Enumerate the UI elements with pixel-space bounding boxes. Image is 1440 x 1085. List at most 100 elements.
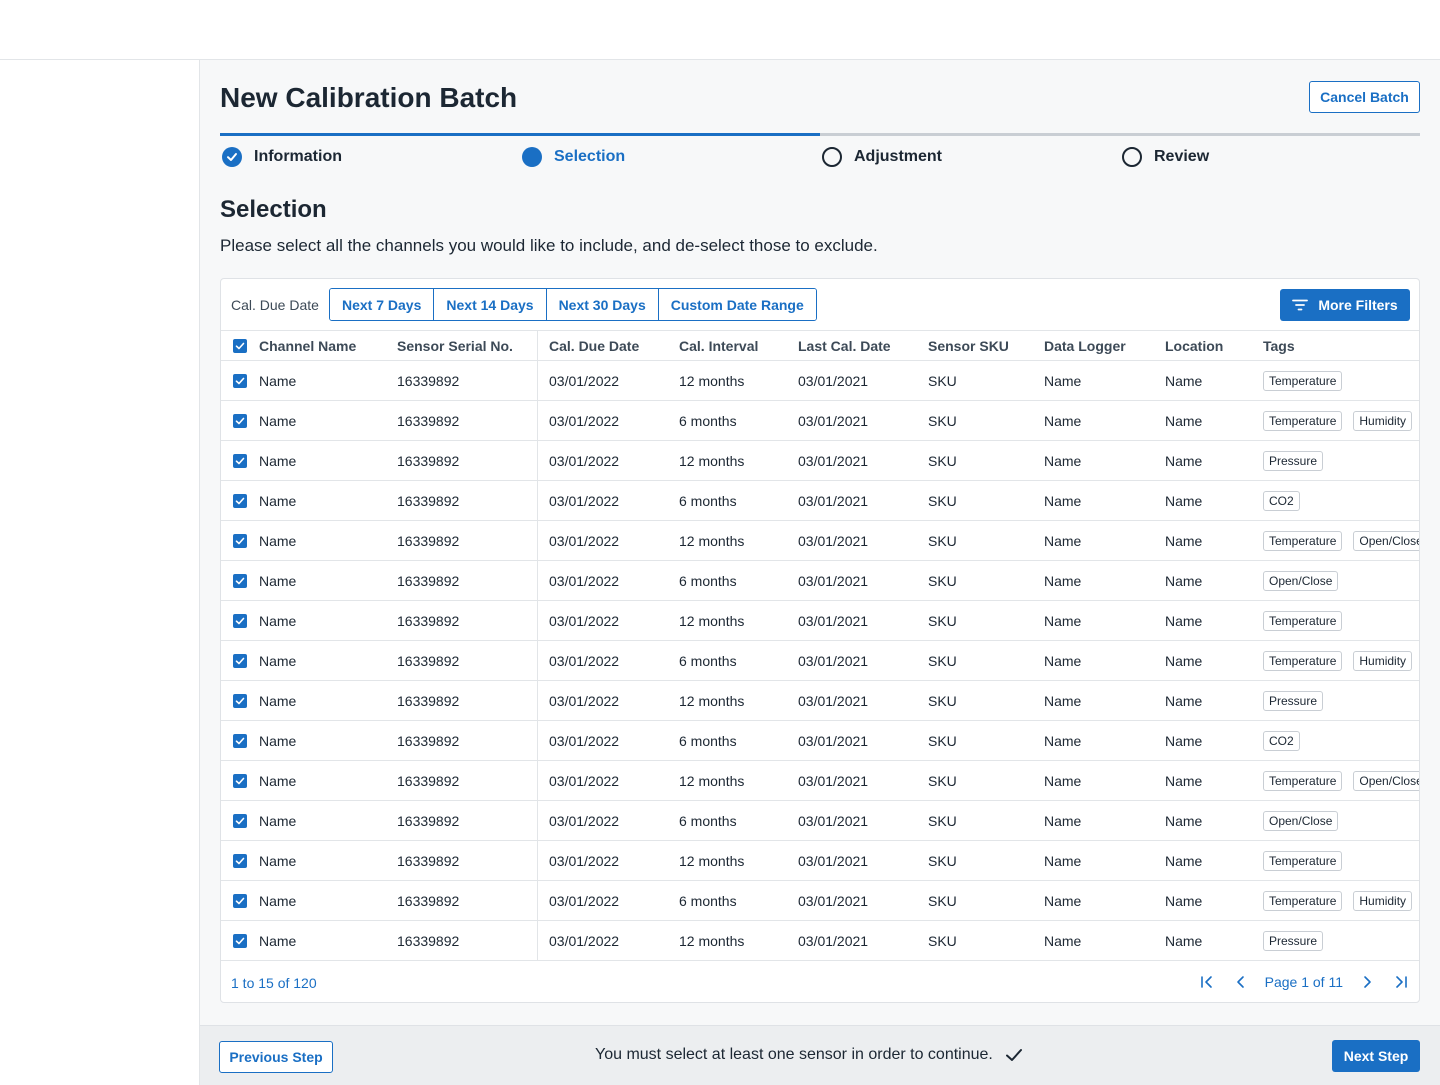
first-page-icon[interactable] [1197, 972, 1217, 992]
step-progress-remaining [820, 133, 1420, 136]
row-checkbox[interactable] [233, 601, 247, 640]
cell-due-date: 03/01/2022 [549, 692, 620, 709]
cell-last-cal-date: 03/01/2021 [798, 772, 869, 789]
cell-sku: SKU [928, 532, 957, 549]
column-header-serial[interactable]: Sensor Serial No. [397, 331, 513, 360]
table-row[interactable]: Name 16339892 03/01/2022 6 months 03/01/2021… [221, 641, 1419, 681]
cell-serial: 16339892 [397, 612, 460, 629]
cell-channel-name: Name [259, 732, 297, 749]
cell-data-logger: Name [1044, 692, 1082, 709]
table-row[interactable]: Name 16339892 03/01/2022 12 months 03/01/202… [221, 761, 1419, 801]
cell-tags: Pressure [1263, 921, 1419, 960]
empty-circle-icon [1122, 147, 1142, 167]
checkbox-checked-icon [233, 338, 247, 353]
cell-serial: 16339892 [397, 572, 460, 589]
table-row[interactable]: Name 16339892 03/01/2022 12 months 03/01/202… [221, 681, 1419, 721]
select-all-checkbox[interactable] [233, 331, 247, 360]
column-header-due-date[interactable]: Cal. Due Date [549, 331, 639, 360]
checkbox-checked-icon [233, 693, 247, 708]
column-header-data-logger[interactable]: Data Logger [1044, 331, 1126, 360]
cell-data-logger: Name [1044, 732, 1082, 749]
row-checkbox[interactable] [233, 521, 247, 560]
row-checkbox[interactable] [233, 441, 247, 480]
table-row[interactable]: Name 16339892 03/01/2022 12 months 03/01/202… [221, 441, 1419, 481]
cell-data-logger: Name [1044, 572, 1082, 589]
tag-chip: Pressure [1263, 450, 1324, 471]
step-progress-complete [220, 133, 820, 136]
stepper: Information Selection Adjustment Review [220, 133, 1420, 173]
cell-location: Name [1165, 812, 1203, 829]
column-header-last-cal-date[interactable]: Last Cal. Date [798, 331, 891, 360]
cell-last-cal-date: 03/01/2021 [798, 932, 869, 949]
row-checkbox[interactable] [233, 801, 247, 840]
cell-serial: 16339892 [397, 772, 460, 789]
column-header-sku[interactable]: Sensor SKU [928, 331, 1009, 360]
column-header-location[interactable]: Location [1165, 331, 1223, 360]
table-row[interactable]: Name 16339892 03/01/2022 6 months 03/01/2021… [221, 881, 1419, 921]
filter-next-7-days-button[interactable]: Next 7 Days [330, 289, 435, 320]
cancel-batch-button[interactable]: Cancel Batch [1309, 81, 1420, 113]
cell-location: Name [1165, 932, 1203, 949]
cell-serial: 16339892 [397, 492, 460, 509]
step-adjustment[interactable]: Adjustment [822, 147, 942, 167]
row-checkbox[interactable] [233, 401, 247, 440]
cell-channel-name: Name [259, 652, 297, 669]
row-checkbox[interactable] [233, 561, 247, 600]
column-divider [537, 641, 538, 680]
table-row[interactable]: Name 16339892 03/01/2022 6 months 03/01/2021… [221, 801, 1419, 841]
row-checkbox[interactable] [233, 881, 247, 920]
tag-chip: Temperature [1263, 850, 1343, 871]
table-row[interactable]: Name 16339892 03/01/2022 6 months 03/01/2021… [221, 481, 1419, 521]
last-page-icon[interactable] [1391, 972, 1411, 992]
table-row[interactable]: Name 16339892 03/01/2022 6 months 03/01/2021… [221, 561, 1419, 601]
checkbox-checked-icon [233, 573, 247, 588]
filter-next-30-days-button[interactable]: Next 30 Days [546, 289, 659, 320]
cell-sku: SKU [928, 572, 957, 589]
table-row[interactable]: Name 16339892 03/01/2022 12 months 03/01/202… [221, 601, 1419, 641]
step-review[interactable]: Review [1122, 147, 1209, 167]
table-row[interactable]: Name 16339892 03/01/2022 12 months 03/01/202… [221, 361, 1419, 401]
row-checkbox[interactable] [233, 721, 247, 760]
tag-chip: CO2 [1263, 490, 1300, 511]
table-row[interactable]: Name 16339892 03/01/2022 6 months 03/01/2021… [221, 401, 1419, 441]
more-filters-button[interactable]: More Filters [1280, 289, 1410, 321]
row-checkbox[interactable] [233, 641, 247, 680]
row-checkbox[interactable] [233, 681, 247, 720]
cell-due-date: 03/01/2022 [549, 772, 620, 789]
cell-location: Name [1165, 452, 1203, 469]
next-step-button[interactable]: Next Step [1332, 1040, 1420, 1072]
step-selection[interactable]: Selection [522, 147, 625, 167]
section-description: Please select all the channels you would… [220, 236, 878, 255]
column-header-tags[interactable]: Tags [1263, 331, 1295, 360]
column-header-interval[interactable]: Cal. Interval [679, 331, 758, 360]
previous-step-button[interactable]: Previous Step [219, 1041, 333, 1073]
row-checkbox[interactable] [233, 921, 247, 960]
row-checkbox[interactable] [233, 361, 247, 400]
filter-next-14-days-button[interactable]: Next 14 Days [434, 289, 547, 320]
step-information[interactable]: Information [222, 147, 342, 167]
chevron-left-icon[interactable] [1231, 972, 1251, 992]
table-row[interactable]: Name 16339892 03/01/2022 6 months 03/01/2021… [221, 721, 1419, 761]
table-row[interactable]: Name 16339892 03/01/2022 12 months 03/01/202… [221, 841, 1419, 881]
row-checkbox[interactable] [233, 761, 247, 800]
cell-interval: 6 months [679, 572, 737, 589]
column-divider [537, 361, 538, 400]
tag-chip: Humidity [1353, 650, 1413, 671]
cell-last-cal-date: 03/01/2021 [798, 892, 869, 909]
column-header-channel-name[interactable]: Channel Name [259, 331, 356, 360]
channel-table-card: Cal. Due Date Next 7 Days Next 14 Days N… [220, 278, 1420, 1003]
filter-custom-date-range-button[interactable]: Custom Date Range [658, 289, 816, 320]
row-checkbox[interactable] [233, 481, 247, 520]
row-checkbox[interactable] [233, 841, 247, 880]
table-row[interactable]: Name 16339892 03/01/2022 12 months 03/01/202… [221, 521, 1419, 561]
cell-last-cal-date: 03/01/2021 [798, 812, 869, 829]
chevron-right-icon[interactable] [1357, 972, 1377, 992]
column-divider [537, 921, 538, 960]
cell-tags: Pressure [1263, 441, 1419, 480]
cell-serial: 16339892 [397, 852, 460, 869]
cell-due-date: 03/01/2022 [549, 812, 620, 829]
cell-tags: Temperature [1263, 361, 1419, 400]
cell-tags: Temperature Open/Close [1263, 521, 1419, 560]
cell-tags: Temperature Humidity [1263, 401, 1419, 440]
table-row[interactable]: Name 16339892 03/01/2022 12 months 03/01/202… [221, 921, 1419, 961]
